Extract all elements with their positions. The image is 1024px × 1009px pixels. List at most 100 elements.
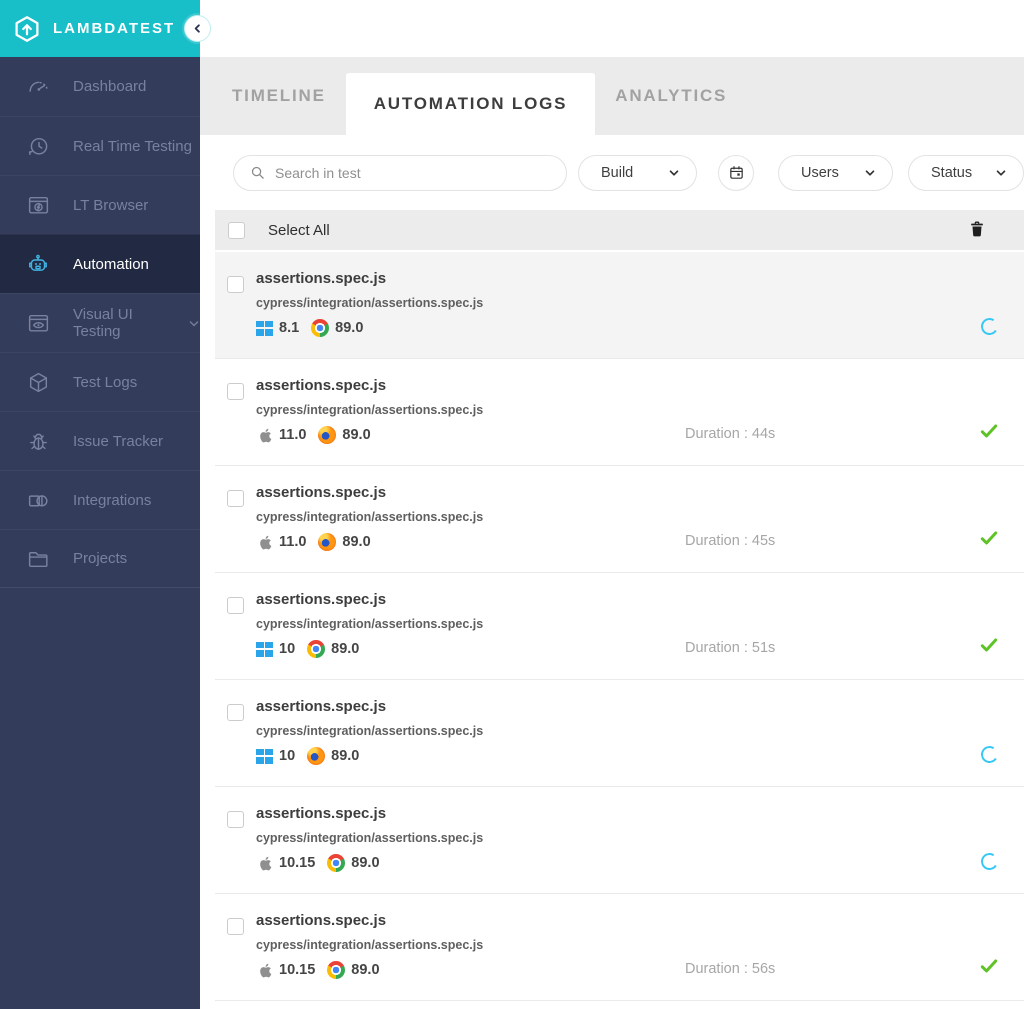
row-checkbox[interactable] [227,276,244,293]
row-checkbox[interactable] [227,490,244,507]
status-indicator [977,742,1001,766]
row-checkbox[interactable] [227,811,244,828]
passed-check-icon [979,528,999,553]
duration-label: Duration : 51s [685,640,776,656]
os-version: 10.15 [279,855,316,871]
sidebar-item-label: Projects [73,550,128,567]
tab-analytics[interactable]: ANALYTICS [595,57,747,135]
os-version: 8.1 [279,320,300,336]
status-indicator [977,849,1001,873]
row-checkbox[interactable] [227,918,244,935]
search-icon [251,166,264,179]
test-path: cypress/integration/assertions.spec.js [256,617,484,631]
test-row[interactable]: assertions.spec.js cypress/integration/a… [215,787,1024,894]
build-dropdown-label: Build [601,164,634,181]
select-all-bar: Select All [215,210,1024,250]
sidebar-item-label: Dashboard [73,78,147,95]
test-row[interactable]: assertions.spec.js cypress/integration/a… [215,680,1024,787]
test-row[interactable]: assertions.spec.js cypress/integration/a… [215,252,1024,359]
sidebar-item-label: Visual UI Testing [73,306,133,340]
browser-version: 89.0 [331,748,360,764]
sidebar-item-issue-tracker[interactable]: Issue Tracker [0,411,200,470]
status-dropdown[interactable]: Status [908,154,1024,191]
test-path: cypress/integration/assertions.spec.js [256,510,484,524]
sidebar-item-real-time-testing[interactable]: Real Time Testing [0,116,200,175]
passed-check-icon [979,635,999,660]
sidebar-item-projects[interactable]: Projects [0,529,200,588]
browser-version: 89.0 [335,320,364,336]
windows-icon [256,320,273,336]
select-all-checkbox[interactable] [228,221,245,239]
trash-icon [971,221,983,237]
chevron-left-icon [194,24,200,33]
chrome-icon [327,961,346,979]
select-all-label: Select All [268,221,330,239]
chevron-down-icon [865,169,875,176]
duration-label: Duration : 45s [685,533,776,549]
browser-version: 89.0 [351,962,380,978]
sidebar: LAMBDATEST Dashboard Real Time Testing L… [0,0,211,1009]
test-environment: 11.0 89.0 [256,529,371,555]
test-row[interactable]: assertions.spec.js cypress/integration/a… [215,573,1024,680]
sidebar-item-lt-browser[interactable]: LT Browser [0,175,200,234]
sidebar-nav: Dashboard Real Time Testing LT Browser A… [0,57,200,588]
row-checkbox[interactable] [227,383,244,400]
realtime-clock-icon [28,137,48,155]
sidebar-item-automation[interactable]: Automation [0,234,200,293]
chrome-icon [311,319,330,337]
brand-name: LAMBDATEST [53,20,176,37]
sidebar-item-visual-ui-testing[interactable]: Visual UI Testing [0,293,200,352]
sidebar-item-test-logs[interactable]: Test Logs [0,352,200,411]
windows-icon [256,748,273,764]
os-version: 11.0 [279,534,307,550]
windows-icon [256,641,273,657]
passed-check-icon [979,421,999,446]
passed-check-icon [979,956,999,981]
test-title: assertions.spec.js [256,377,387,394]
os-version: 11.0 [279,427,307,443]
status-indicator [977,528,1001,552]
test-environment: 10 89.0 [256,636,359,662]
sidebar-collapse-button[interactable] [184,15,211,42]
chevron-down-icon [996,169,1006,176]
test-environment: 8.1 89.0 [256,315,363,341]
apple-icon [256,962,273,979]
browser-version: 89.0 [351,855,380,871]
brand-header: LAMBDATEST [0,0,211,57]
test-environment: 10.15 89.0 [256,957,380,983]
sidebar-item-label: Issue Tracker [73,432,164,450]
search-box[interactable] [233,154,567,191]
test-row[interactable]: assertions.spec.js cypress/integration/a… [215,359,1024,466]
row-checkbox[interactable] [227,704,244,721]
test-row[interactable]: assertions.spec.js cypress/integration/a… [215,466,1024,573]
gauge-icon [29,81,48,92]
duration-label: Duration : 56s [685,961,776,977]
test-title: assertions.spec.js [256,484,387,501]
test-title: assertions.spec.js [256,591,387,608]
sidebar-item-label: Automation [73,255,149,273]
sidebar-item-dashboard[interactable]: Dashboard [0,57,200,116]
build-dropdown[interactable]: Build [578,154,697,191]
visual-ui-testing-icon [28,314,49,332]
browser-version: 89.0 [342,427,371,443]
tab-timeline[interactable]: TIMELINE [212,57,346,135]
date-filter-button[interactable] [718,154,754,191]
sidebar-item-label: LT Browser [73,196,149,214]
tab-bar: TIMELINE AUTOMATION LOGS ANALYTICS [200,57,1024,135]
test-title: assertions.spec.js [256,912,387,929]
lt-browser-icon [28,196,49,214]
running-spinner-icon [978,850,1000,872]
delete-button[interactable] [967,219,989,241]
tab-automation-logs[interactable]: AUTOMATION LOGS [345,73,596,135]
sidebar-item-integrations[interactable]: Integrations [0,470,200,529]
chrome-icon [307,640,326,658]
users-dropdown[interactable]: Users [778,154,893,191]
running-spinner-icon [978,315,1000,337]
test-path: cypress/integration/assertions.spec.js [256,724,484,738]
search-input[interactable] [275,164,545,181]
test-row[interactable]: assertions.spec.js cypress/integration/a… [215,894,1024,1001]
row-checkbox[interactable] [227,597,244,614]
duration-label: Duration : 44s [685,426,776,442]
calendar-icon [729,166,743,179]
test-title: assertions.spec.js [256,270,387,287]
